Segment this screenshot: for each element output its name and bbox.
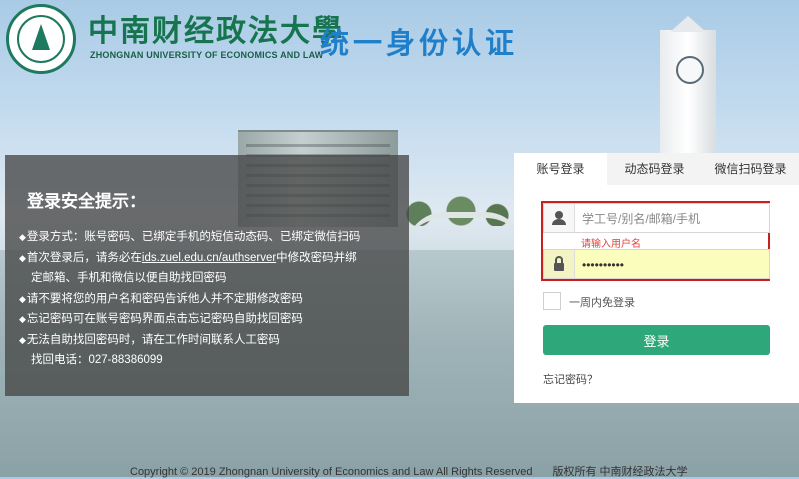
tips-list: ◆登录方式：账号密码、已绑定手机的短信动态码、已绑定微信扫码 ◆首次登录后，请务… bbox=[19, 227, 399, 371]
footer-copyright: Copyright © 2019 Zhongnan University of … bbox=[130, 466, 533, 478]
tab-account-login[interactable]: 账号登录 bbox=[514, 153, 607, 185]
tip-item: ◆无法自助找回密码时，请在工作时间联系人工密码 bbox=[19, 333, 280, 346]
footer-rights: 版权所有 中南财经政法大学 bbox=[552, 466, 688, 478]
tip-item: ◆忘记密码可在账号密码界面点击忘记密码自助找回密码 bbox=[19, 313, 303, 325]
login-tabs: 账号登录 动态码登录 微信扫码登录 bbox=[514, 153, 799, 185]
tab-wechat-qr-login[interactable]: 微信扫码登录 bbox=[702, 153, 799, 185]
username-field[interactable] bbox=[543, 203, 770, 233]
user-icon bbox=[544, 204, 575, 232]
tip-item: 定邮箱、手机和微信以便自助找回密码 bbox=[31, 272, 227, 284]
username-input[interactable] bbox=[580, 207, 769, 231]
background-bridge bbox=[405, 212, 525, 252]
login-button[interactable]: 登录 bbox=[543, 325, 770, 355]
tab-dynamic-code-login[interactable]: 动态码登录 bbox=[607, 153, 702, 185]
username-error-message: 请输入用户名 bbox=[581, 239, 641, 250]
university-logo bbox=[6, 4, 76, 74]
forgot-password-link[interactable]: 忘记密码？ bbox=[543, 371, 598, 387]
remember-me-label: 一周内免登录 bbox=[569, 297, 635, 309]
school-name-en: ZHONGNAN UNIVERSITY OF ECONOMICS AND LAW bbox=[90, 50, 324, 60]
authserver-link[interactable]: ids.zuel.edu.cn/authserver bbox=[142, 252, 276, 264]
login-card: 账号登录 动态码登录 微信扫码登录 请输入用户名 一周内免登录 登录 忘记密码？ bbox=[514, 153, 799, 403]
password-field[interactable] bbox=[543, 249, 770, 279]
login-tips-panel: 登录安全提示： ◆登录方式：账号密码、已绑定手机的短信动态码、已绑定微信扫码 ◆… bbox=[5, 155, 409, 396]
tip-item: 找回电话：027-88386099 bbox=[31, 354, 163, 366]
system-title: 统一身份认证 bbox=[320, 28, 519, 60]
school-name-cn: 中南财经政法大學 bbox=[88, 14, 344, 49]
password-input[interactable] bbox=[580, 253, 769, 277]
tip-item: ◆首次登录后，请务必在ids.zuel.edu.cn/authserver中修改… bbox=[19, 251, 357, 264]
tip-item: ◆请不要将您的用户名和密码告诉他人并不定期修改密码 bbox=[19, 292, 303, 305]
tip-item: ◆登录方式：账号密码、已绑定手机的短信动态码、已绑定微信扫码 bbox=[19, 231, 361, 243]
tips-title: 登录安全提示： bbox=[27, 192, 146, 211]
lock-icon bbox=[544, 250, 575, 278]
remember-me-checkbox[interactable] bbox=[543, 292, 561, 310]
